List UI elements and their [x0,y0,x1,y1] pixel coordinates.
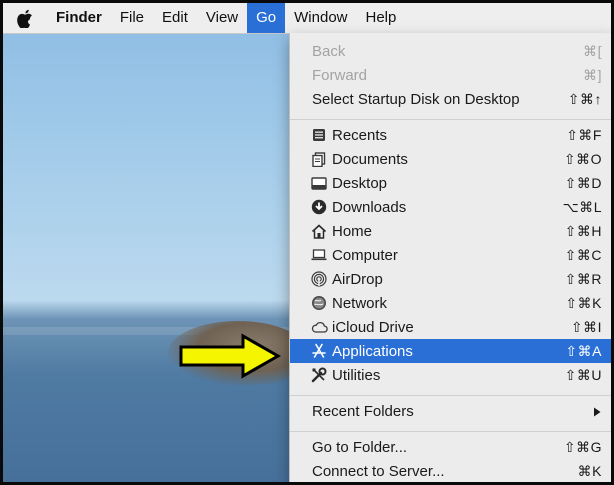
icloud-icon [310,318,328,336]
shortcut-label: ⇧⌘R [564,271,602,287]
airdrop-icon [310,270,328,288]
menu-bar: Finder File Edit View Go Window Help [3,3,611,34]
menu-window[interactable]: Window [285,3,356,33]
shortcut-label: ⇧⌘U [564,367,602,383]
menu-item-select-startup-disk[interactable]: Select Startup Disk on Desktop ⇧⌘↑ [290,87,611,111]
menu-item-downloads[interactable]: Downloads ⌥⌘L [290,195,611,219]
menu-item-recent-folders[interactable]: Recent Folders [290,399,611,423]
menu-item-utilities[interactable]: Utilities ⇧⌘U [290,363,611,387]
desktop-icon [310,174,328,192]
documents-icon [310,150,328,168]
shortcut-label: ⇧⌘G [563,439,602,455]
menu-item-back[interactable]: Back ⌘[ [290,39,611,63]
menu-item-computer[interactable]: Computer ⇧⌘C [290,243,611,267]
applications-icon [310,342,328,360]
shortcut-label: ⌥⌘L [562,199,602,215]
home-icon [310,222,328,240]
menu-item-applications[interactable]: Applications ⇧⌘A [290,339,611,363]
screenshot-frame: Finder File Edit View Go Window Help Bac… [0,0,614,485]
menu-item-connect-to-server[interactable]: Connect to Server... ⌘K [290,459,611,482]
menu-view[interactable]: View [197,3,247,33]
computer-icon [310,246,328,264]
shortcut-label: ⇧⌘O [563,151,602,167]
recents-icon [310,126,328,144]
shortcut-label: ⇧⌘↑ [567,91,602,107]
menu-item-forward[interactable]: Forward ⌘] [290,63,611,87]
shortcut-label: ⇧⌘A [565,343,602,359]
chevron-right-icon [592,399,602,423]
menu-item-label: Select Startup Disk on Desktop [312,90,520,108]
shortcut-label: ⌘K [577,463,602,479]
shortcut-label: ⇧⌘F [566,127,602,143]
menu-item-recents[interactable]: Recents ⇧⌘F [290,123,611,147]
menu-help[interactable]: Help [357,3,406,33]
menu-item-label: Recent Folders [312,402,414,420]
menu-item-label: Connect to Server... [312,462,445,480]
shortcut-label: ⌘[ [583,43,602,59]
menu-item-airdrop[interactable]: AirDrop ⇧⌘R [290,267,611,291]
shortcut-label: ⌘] [583,67,602,83]
menu-item-label: Back [312,42,346,60]
apple-icon[interactable] [3,9,47,28]
menu-file[interactable]: File [111,3,153,33]
menu-item-go-to-folder[interactable]: Go to Folder... ⇧⌘G [290,435,611,459]
yellow-arrow-icon [179,333,282,384]
shortcut-label: ⇧⌘C [564,247,602,263]
menu-item-home[interactable]: Home ⇧⌘H [290,219,611,243]
downloads-icon [310,198,328,216]
utilities-icon [310,366,328,384]
shortcut-label: ⇧⌘H [564,223,602,239]
shortcut-label: ⇧⌘D [564,175,602,191]
menu-item-label: Forward [312,66,368,84]
menu-edit[interactable]: Edit [153,3,197,33]
menu-go[interactable]: Go [247,3,286,33]
menu-finder[interactable]: Finder [47,3,111,33]
menu-separator [290,431,611,432]
shortcut-label: ⇧⌘I [570,319,602,335]
menu-item-documents[interactable]: Documents ⇧⌘O [290,147,611,171]
shortcut-label: ⇧⌘K [565,295,602,311]
menu-item-network[interactable]: Network ⇧⌘K [290,291,611,315]
menu-separator [290,119,611,120]
menu-item-icloud-drive[interactable]: iCloud Drive ⇧⌘I [290,315,611,339]
network-icon [310,294,328,312]
menu-item-desktop[interactable]: Desktop ⇧⌘D [290,171,611,195]
menu-separator [290,395,611,396]
go-menu-dropdown: Back ⌘[ Forward ⌘] Select Startup Disk o… [289,33,611,482]
